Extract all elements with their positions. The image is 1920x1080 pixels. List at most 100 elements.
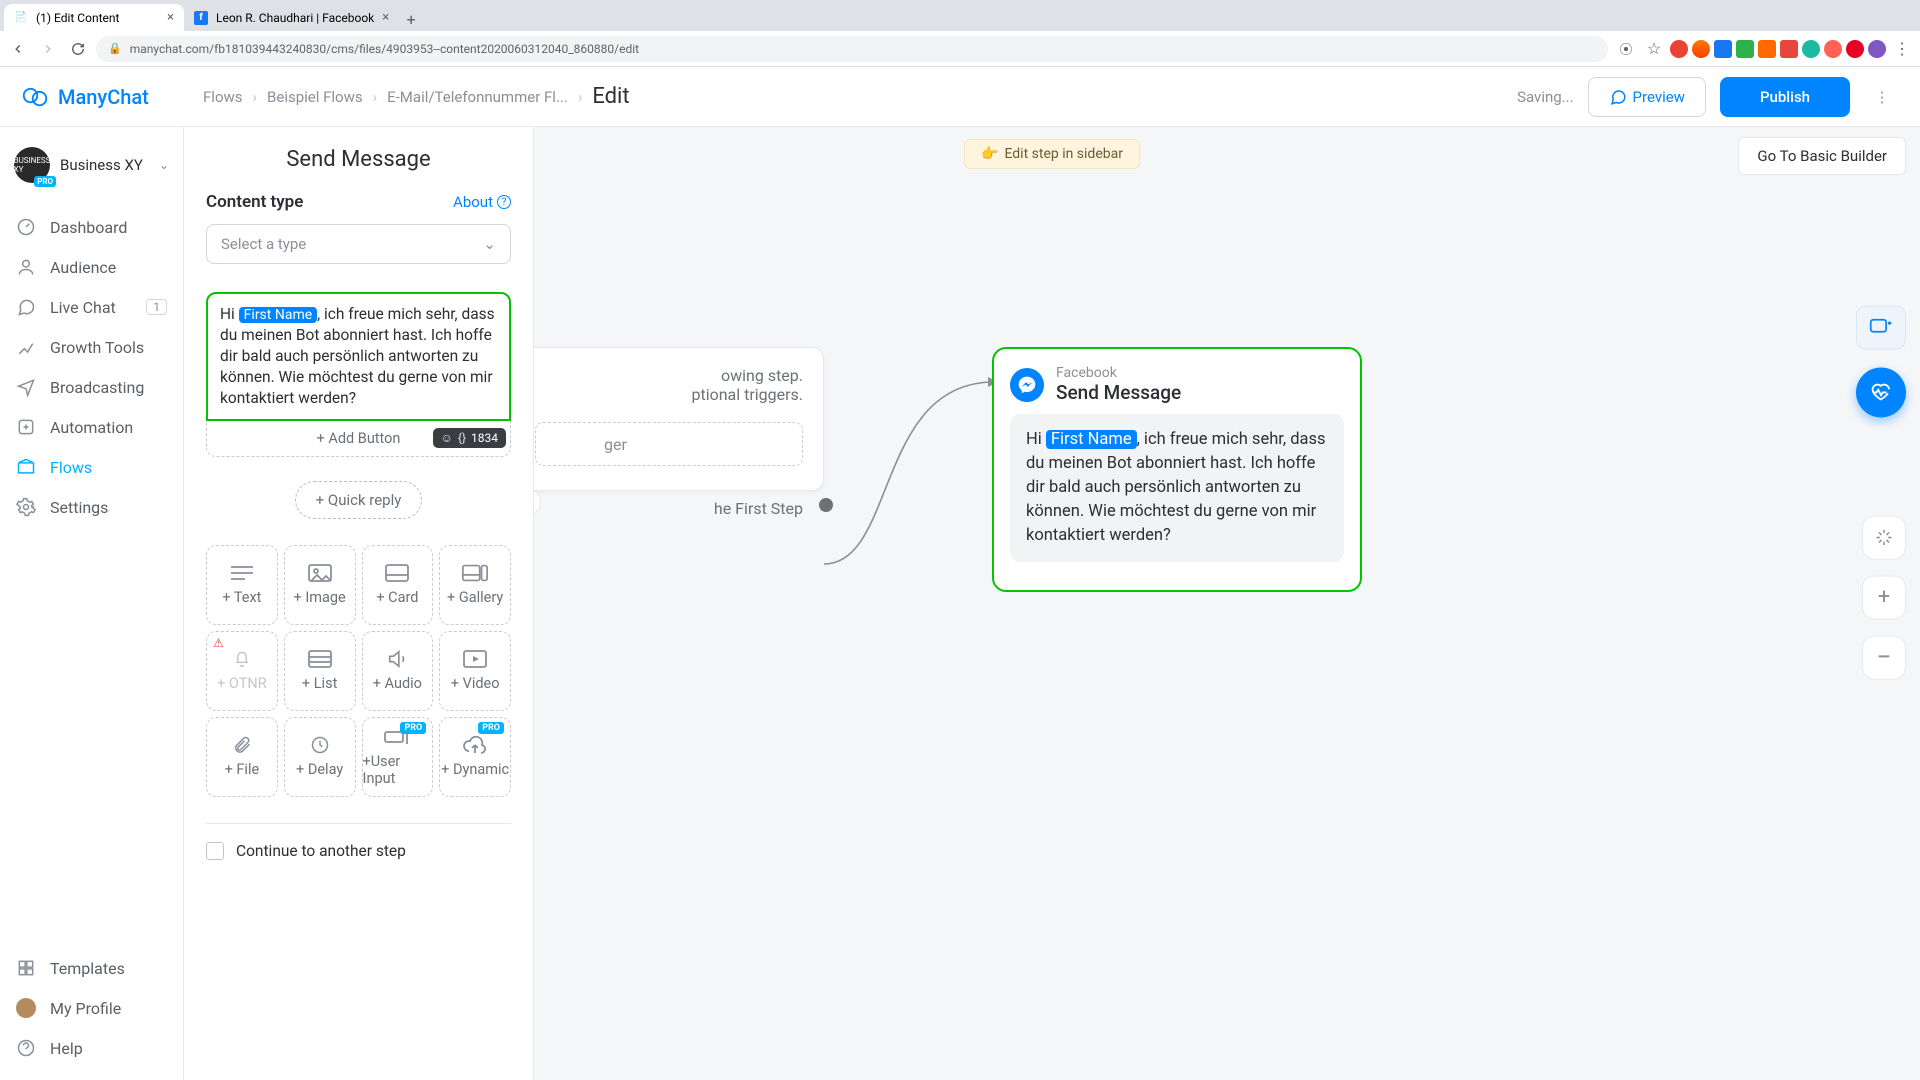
sidebar-item-audience[interactable]: Audience xyxy=(0,247,183,287)
breadcrumb-item[interactable]: E-Mail/Telefonnummer Fl... xyxy=(387,88,568,106)
text-icon xyxy=(228,563,256,583)
account-switcher[interactable]: BUSINESS XY PRO Business XY ⌄ xyxy=(0,139,183,197)
extension-icon[interactable] xyxy=(1824,40,1842,58)
avatar-icon[interactable] xyxy=(1868,40,1886,58)
sidebar-item-broadcasting[interactable]: Broadcasting xyxy=(0,367,183,407)
gallery-icon xyxy=(461,563,489,583)
add-gallery-block[interactable]: + Gallery xyxy=(439,545,511,625)
add-trigger-slot[interactable]: ger xyxy=(535,422,803,466)
add-text-block[interactable]: + Text xyxy=(206,545,278,625)
variable-chip[interactable]: First Name xyxy=(239,307,317,323)
menu-icon[interactable]: ⋮ xyxy=(1890,37,1914,61)
add-image-block[interactable]: + Image xyxy=(284,545,356,625)
extension-icon[interactable] xyxy=(1670,40,1688,58)
browser-address-bar: 🔒 manychat.com/fb181039443240830/cms/fil… xyxy=(0,31,1920,67)
extension-icon[interactable] xyxy=(1714,40,1732,58)
step-editor-panel: Send Message Content type About ? Select… xyxy=(184,127,534,1080)
more-menu-button[interactable]: ⋮ xyxy=(1864,77,1900,117)
add-button-row[interactable]: + Add Button ☺ {} 1834 xyxy=(206,421,511,457)
message-text-editor[interactable]: Hi First Name, ich freue mich sehr, dass… xyxy=(206,292,511,421)
add-delay-block[interactable]: + Delay xyxy=(284,717,356,797)
gear-icon xyxy=(16,497,36,517)
content-type-select[interactable]: Select a type ⌄ xyxy=(206,224,511,264)
continue-to-step[interactable]: Continue to another step xyxy=(206,842,511,860)
health-button[interactable] xyxy=(1856,367,1906,417)
sidebar-item-flows[interactable]: Flows xyxy=(0,447,183,487)
close-icon[interactable]: × xyxy=(167,10,174,25)
messenger-icon xyxy=(1010,368,1044,402)
close-icon[interactable]: × xyxy=(382,10,389,25)
list-icon xyxy=(306,649,334,669)
add-list-block[interactable]: + List xyxy=(284,631,356,711)
flow-canvas[interactable]: 👉 Edit step in sidebar Go To Basic Build… xyxy=(184,127,1920,1080)
app-top-bar: ManyChat Flows › Beispiel Flows › E-Mail… xyxy=(0,67,1920,127)
warning-icon: ⚠ xyxy=(213,636,224,650)
star-icon[interactable]: ☆ xyxy=(1642,37,1666,61)
chevron-right-icon: › xyxy=(578,88,583,106)
connector-dot[interactable] xyxy=(819,498,833,512)
sidebar-item-dashboard[interactable]: Dashboard xyxy=(0,207,183,247)
extension-icon[interactable] xyxy=(1758,40,1776,58)
breadcrumb-item[interactable]: Beispiel Flows xyxy=(267,88,363,106)
add-dynamic-block[interactable]: PRO+ Dynamic xyxy=(439,717,511,797)
sidebar-item-profile[interactable]: My Profile xyxy=(0,988,183,1028)
continue-label: Continue to another step xyxy=(236,842,406,860)
edit-step-pill[interactable]: 👉 Edit step in sidebar xyxy=(964,139,1140,169)
breadcrumb-item[interactable]: Flows xyxy=(203,88,243,106)
edit-step-label: Edit step in sidebar xyxy=(1004,146,1123,162)
add-video-block[interactable]: + Video xyxy=(439,631,511,711)
sidebar-item-templates[interactable]: Templates xyxy=(0,948,183,988)
translate-icon[interactable]: ⦿ xyxy=(1614,37,1638,61)
app-sidebar: BUSINESS XY PRO Business XY ⌄ Dashboard … xyxy=(0,127,184,1080)
extension-icon[interactable] xyxy=(1780,40,1798,58)
url-field[interactable]: 🔒 manychat.com/fb181039443240830/cms/fil… xyxy=(96,36,1608,62)
sidebar-item-help[interactable]: Help xyxy=(0,1028,183,1068)
sidebar-item-automation[interactable]: Automation xyxy=(0,407,183,447)
brand-logo[interactable]: ManyChat xyxy=(20,82,185,112)
chevron-down-icon: ⌄ xyxy=(483,235,496,253)
video-icon xyxy=(461,649,489,669)
dashboard-icon xyxy=(16,217,36,237)
extension-icon[interactable] xyxy=(1736,40,1754,58)
add-quick-reply-button[interactable]: + Quick reply xyxy=(295,481,423,519)
node-message: Hi First Name, ich freue mich sehr, dass… xyxy=(1010,414,1344,562)
publish-button[interactable]: Publish xyxy=(1720,77,1850,117)
reload-button[interactable] xyxy=(66,37,90,61)
sidebar-item-settings[interactable]: Settings xyxy=(0,487,183,527)
zoom-in-button[interactable]: + xyxy=(1862,575,1906,619)
add-step-button[interactable] xyxy=(1856,305,1906,349)
extension-icon[interactable] xyxy=(1846,40,1864,58)
profile-avatar-icon xyxy=(16,998,36,1018)
preview-button[interactable]: Preview xyxy=(1588,77,1706,117)
about-text: About xyxy=(453,193,493,211)
emoji-icon[interactable]: ☺ xyxy=(441,431,453,445)
browser-tab[interactable]: f Leon R. Chaudhari | Facebook × xyxy=(184,4,399,31)
new-tab-button[interactable]: + xyxy=(399,7,423,31)
add-card-block[interactable]: + Card xyxy=(362,545,434,625)
sidebar-item-label: Live Chat xyxy=(50,298,116,317)
starting-step-card[interactable]: owing step. ptional triggers. ger he Fir… xyxy=(514,347,824,491)
add-file-block[interactable]: + File xyxy=(206,717,278,797)
about-link[interactable]: About ? xyxy=(453,193,511,211)
extension-icon[interactable] xyxy=(1802,40,1820,58)
forward-button[interactable] xyxy=(36,37,60,61)
checkbox[interactable] xyxy=(206,842,224,860)
send-message-node[interactable]: Facebook Send Message Hi First Name, ich… xyxy=(992,347,1362,592)
add-audio-block[interactable]: + Audio xyxy=(362,631,434,711)
tab-title: Leon R. Chaudhari | Facebook xyxy=(216,11,374,25)
zoom-out-button[interactable]: − xyxy=(1862,635,1906,679)
sidebar-item-label: Settings xyxy=(50,498,108,517)
extension-icon[interactable] xyxy=(1692,40,1710,58)
variable-icon[interactable]: {} xyxy=(458,431,466,445)
add-user-input-block[interactable]: PRO+User Input xyxy=(362,717,434,797)
auto-layout-button[interactable] xyxy=(1862,515,1906,559)
basic-builder-button[interactable]: Go To Basic Builder xyxy=(1738,137,1906,175)
help-icon: ? xyxy=(497,195,511,209)
back-button[interactable] xyxy=(6,37,30,61)
sidebar-item-growth-tools[interactable]: Growth Tools xyxy=(0,327,183,367)
account-name: Business XY xyxy=(60,156,149,174)
browser-tab-active[interactable]: 📄 (1) Edit Content × xyxy=(4,4,184,31)
add-otnr-block[interactable]: ⚠+ OTNR xyxy=(206,631,278,711)
sidebar-item-live-chat[interactable]: Live Chat 1 xyxy=(0,287,183,327)
document-icon: 📄 xyxy=(14,11,28,25)
